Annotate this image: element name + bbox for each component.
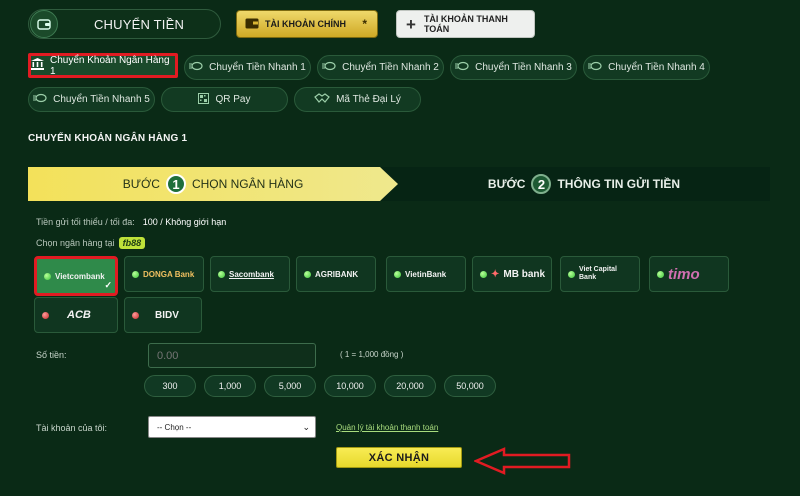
tab-fast-transfer-5[interactable]: Chuyển Tiền Nhanh 5 xyxy=(28,87,155,112)
bank-name: VietinBank xyxy=(405,269,447,279)
bank-name: BIDV xyxy=(155,309,179,321)
bank-name: Sacombank xyxy=(229,269,274,279)
status-dot-icon xyxy=(132,270,139,278)
transfer-label: CHUYỂN TIỀN xyxy=(93,16,185,32)
amount-input[interactable] xyxy=(148,343,316,368)
tab-fast-transfer-1[interactable]: Chuyển Tiền Nhanh 1 xyxy=(184,55,311,80)
step-prefix: BƯỚC xyxy=(487,177,526,191)
quick-amount-button[interactable]: 10,000 xyxy=(324,375,376,397)
quick-amount-button[interactable]: 300 xyxy=(144,375,196,397)
fast-money-icon xyxy=(189,61,203,74)
step-label: CHỌN NGÂN HÀNG xyxy=(191,177,304,191)
choose-bank-label: Chọn ngân hàng tại fb88 xyxy=(36,237,146,249)
tab-label: Chuyển Tiền Nhanh 3 xyxy=(475,62,572,73)
account-label: Tài khoản của tôi: xyxy=(36,423,108,433)
quick-amount-button[interactable]: 50,000 xyxy=(444,375,496,397)
step-1: BƯỚC 1 CHỌN NGÂN HÀNG xyxy=(28,167,398,201)
quick-amount-button[interactable]: 5,000 xyxy=(264,375,316,397)
step-2: BƯỚC 2 THÔNG TIN GỬI TIỀN xyxy=(398,167,770,201)
tab-fast-transfer-4[interactable]: Chuyển Tiền Nhanh 4 xyxy=(583,55,710,80)
choose-bank-text: Chọn ngân hàng tại xyxy=(36,238,115,248)
quick-amount-button[interactable]: 1,000 xyxy=(204,375,256,397)
check-icon: ✓ xyxy=(104,280,112,290)
tab-label: Chuyển Tiền Nhanh 4 xyxy=(608,62,705,73)
bank-bidv[interactable]: BIDV xyxy=(124,297,202,333)
confirm-button[interactable]: XÁC NHẬN xyxy=(336,447,462,468)
step-number: 2 xyxy=(531,174,552,194)
bank-name: timo xyxy=(668,265,700,283)
quick-amount-button[interactable]: 20,000 xyxy=(384,375,436,397)
limits-value: 100 / Không giới hạn xyxy=(142,217,227,227)
wallet-icon xyxy=(245,18,259,31)
status-dot-icon xyxy=(657,270,664,278)
tab-label: Chuyển Tiền Nhanh 5 xyxy=(53,94,150,105)
tab-fast-transfer-2[interactable]: Chuyển Tiền Nhanh 2 xyxy=(317,55,444,80)
bank-agribank[interactable]: AGRIBANK xyxy=(296,256,376,292)
bank-name: AGRIBANK xyxy=(315,269,359,279)
bank-name: DONGA Bank xyxy=(143,269,195,279)
handshake-icon xyxy=(314,93,330,106)
bank-name: ACB xyxy=(67,309,91,321)
tab-label: Mã Thẻ Đại Lý xyxy=(336,94,401,105)
star-icon: * xyxy=(362,17,367,31)
tab-label: QR Pay xyxy=(215,94,251,105)
plus-icon: + xyxy=(406,14,416,34)
tab-label: Chuyển Tiền Nhanh 1 xyxy=(209,62,306,73)
bank-name: Vietcombank xyxy=(55,271,105,281)
bank-vietinbank[interactable]: VietinBank xyxy=(386,256,466,292)
bank-name: MB bank xyxy=(503,268,546,280)
bank-name: Viet Capital Bank xyxy=(579,266,617,281)
deposit-limits: Tiền gửi tối thiểu / tối đa: 100 / Không … xyxy=(36,217,226,227)
bank-donga[interactable]: DONGA Bank xyxy=(124,256,204,292)
status-dot-icon xyxy=(218,270,225,278)
account-select[interactable]: -- Chọn -- ⌄ xyxy=(148,416,316,438)
payment-account-label: TÀI KHOẢN THANH TOÁN xyxy=(423,14,508,34)
fast-money-icon xyxy=(33,93,47,106)
tab-label: Chuyển Tiền Nhanh 2 xyxy=(342,62,439,73)
arrow-icon xyxy=(474,447,571,475)
section-title: CHUYỂN KHOẢN NGÂN HÀNG 1 xyxy=(28,133,188,144)
status-dot-icon xyxy=(394,270,401,278)
bank-vietcapital[interactable]: Viet Capital Bank xyxy=(560,256,640,292)
limits-label: Tiền gửi tối thiểu / tối đa: xyxy=(36,217,135,227)
main-account-button[interactable]: TÀI KHOẢN CHÍNH * xyxy=(236,10,378,38)
fast-money-icon xyxy=(322,61,336,74)
wallet-icon xyxy=(30,10,58,38)
bank-timo[interactable]: timo xyxy=(649,256,729,292)
tab-agent-card[interactable]: Mã Thẻ Đại Lý xyxy=(294,87,421,112)
status-dot-icon xyxy=(42,311,49,319)
tab-qr-pay[interactable]: QR Pay xyxy=(161,87,288,112)
amount-label: Số tiền: xyxy=(36,350,67,360)
tab-bank-transfer-1[interactable]: Chuyển Khoản Ngân Hàng 1 xyxy=(28,53,178,78)
tab-label: Chuyển Khoản Ngân Hàng 1 xyxy=(50,54,170,77)
chevron-down-icon: ⌄ xyxy=(302,421,310,432)
step-prefix: BƯỚC xyxy=(122,177,160,191)
status-dot-icon xyxy=(304,270,311,278)
bank-icon xyxy=(31,58,44,73)
manage-accounts-link[interactable]: Quản lý tài khoản thanh toán xyxy=(336,423,438,432)
main-account-label: TÀI KHOẢN CHÍNH xyxy=(265,19,346,29)
bank-vietcombank[interactable]: Vietcombank ✓ xyxy=(34,256,118,296)
account-select-value: -- Chọn -- xyxy=(157,422,192,432)
step-number: 1 xyxy=(165,174,186,194)
status-dot-icon xyxy=(480,270,487,278)
tab-fast-transfer-3[interactable]: Chuyển Tiền Nhanh 3 xyxy=(450,55,577,80)
fast-money-icon xyxy=(455,61,469,74)
fast-money-icon xyxy=(588,61,602,74)
payment-account-button[interactable]: + TÀI KHOẢN THANH TOÁN xyxy=(396,10,535,38)
qr-icon xyxy=(198,92,210,107)
status-dot-icon xyxy=(44,272,51,280)
bank-sacombank[interactable]: Sacombank xyxy=(210,256,290,292)
step-label: THÔNG TIN GỬI TIỀN xyxy=(557,177,681,191)
brand-logo: fb88 xyxy=(118,237,146,249)
bank-acb[interactable]: ACB xyxy=(34,297,118,333)
status-dot-icon xyxy=(132,311,139,319)
bank-mbbank[interactable]: ✦ MB bank xyxy=(472,256,552,292)
star-icon: ✦ xyxy=(491,268,500,280)
exchange-rate: ( 1 = 1,000 đồng ) xyxy=(340,350,404,359)
transfer-button[interactable]: CHUYỂN TIỀN xyxy=(28,9,221,39)
status-dot-icon xyxy=(568,270,575,278)
